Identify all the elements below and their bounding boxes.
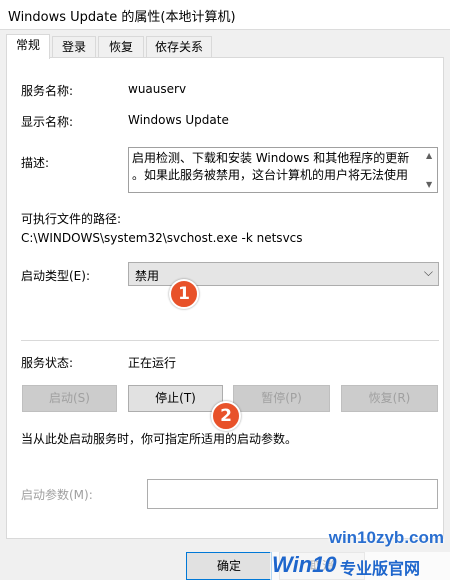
display-name-value: Windows Update <box>128 113 229 127</box>
startup-type-value: 禁用 <box>135 269 160 283</box>
display-name-label: 显示名称: <box>21 115 74 129</box>
tab-logon[interactable]: 登录 <box>52 36 96 58</box>
tab-recovery[interactable]: 恢复 <box>98 36 144 58</box>
general-panel: 服务名称: wuauserv 显示名称: Windows Update 描述: … <box>6 57 444 539</box>
service-name-label: 服务名称: <box>21 84 74 98</box>
stop-button[interactable]: 停止(T) <box>128 385 223 412</box>
watermark-banner: Win10 专业版官网 <box>270 552 450 580</box>
exe-path-label: 可执行文件的路径: <box>21 212 122 226</box>
service-status-value: 正在运行 <box>128 356 177 370</box>
chevron-down-icon: ⌵ <box>423 265 433 279</box>
start-params-input[interactable] <box>147 479 438 509</box>
annotation-badge-2: 2 <box>211 401 241 431</box>
start-params-hint: 当从此处启动服务时，你可指定所适用的启动参数。 <box>21 432 298 446</box>
title-bar: Windows Update 的属性(本地计算机) <box>0 0 450 30</box>
pause-button[interactable]: 暂停(P) <box>233 385 330 412</box>
startup-type-label: 启动类型(E): <box>21 269 90 283</box>
watermark: win10zyb.com Win10 专业版官网 <box>270 528 450 580</box>
tab-general[interactable]: 常规 <box>6 34 50 59</box>
divider <box>21 340 439 341</box>
description-line-2: 。如果此服务被禁用，这台计算机的用户将无法使用 <box>132 168 409 182</box>
scroll-down-icon[interactable]: ▼ <box>426 180 432 189</box>
service-name-value: wuauserv <box>128 82 187 96</box>
window-title: Windows Update 的属性(本地计算机) <box>8 10 236 25</box>
annotation-badge-1: 1 <box>169 279 199 309</box>
scroll-up-icon[interactable]: ▲ <box>426 151 432 160</box>
start-params-label: 启动参数(M): <box>21 488 93 502</box>
service-status-label: 服务状态: <box>21 356 74 370</box>
tab-dependencies[interactable]: 依存关系 <box>146 36 212 58</box>
description-label: 描述: <box>21 156 50 170</box>
description-box[interactable]: 启用检测、下载和安装 Windows 和其他程序的更新 。如果此服务被禁用，这台… <box>128 147 438 193</box>
tab-strip: 常规 登录 恢复 依存关系 <box>0 34 450 59</box>
watermark-logo: Win10 <box>272 552 337 577</box>
ok-button[interactable]: 确定 <box>186 552 272 580</box>
start-button[interactable]: 启动(S) <box>22 385 117 412</box>
exe-path-value: C:\WINDOWS\system32\svchost.exe -k netsv… <box>21 231 303 245</box>
watermark-site: win10zyb.com <box>328 528 444 547</box>
description-scrollbar[interactable]: ▲ ▼ <box>423 148 437 192</box>
watermark-text: 专业版官网 <box>340 559 421 578</box>
description-text: 启用检测、下载和安装 Windows 和其他程序的更新 。如果此服务被禁用，这台… <box>132 150 420 184</box>
description-line-1: 启用检测、下载和安装 Windows 和其他程序的更新 <box>132 151 410 165</box>
resume-button[interactable]: 恢复(R) <box>341 385 438 412</box>
